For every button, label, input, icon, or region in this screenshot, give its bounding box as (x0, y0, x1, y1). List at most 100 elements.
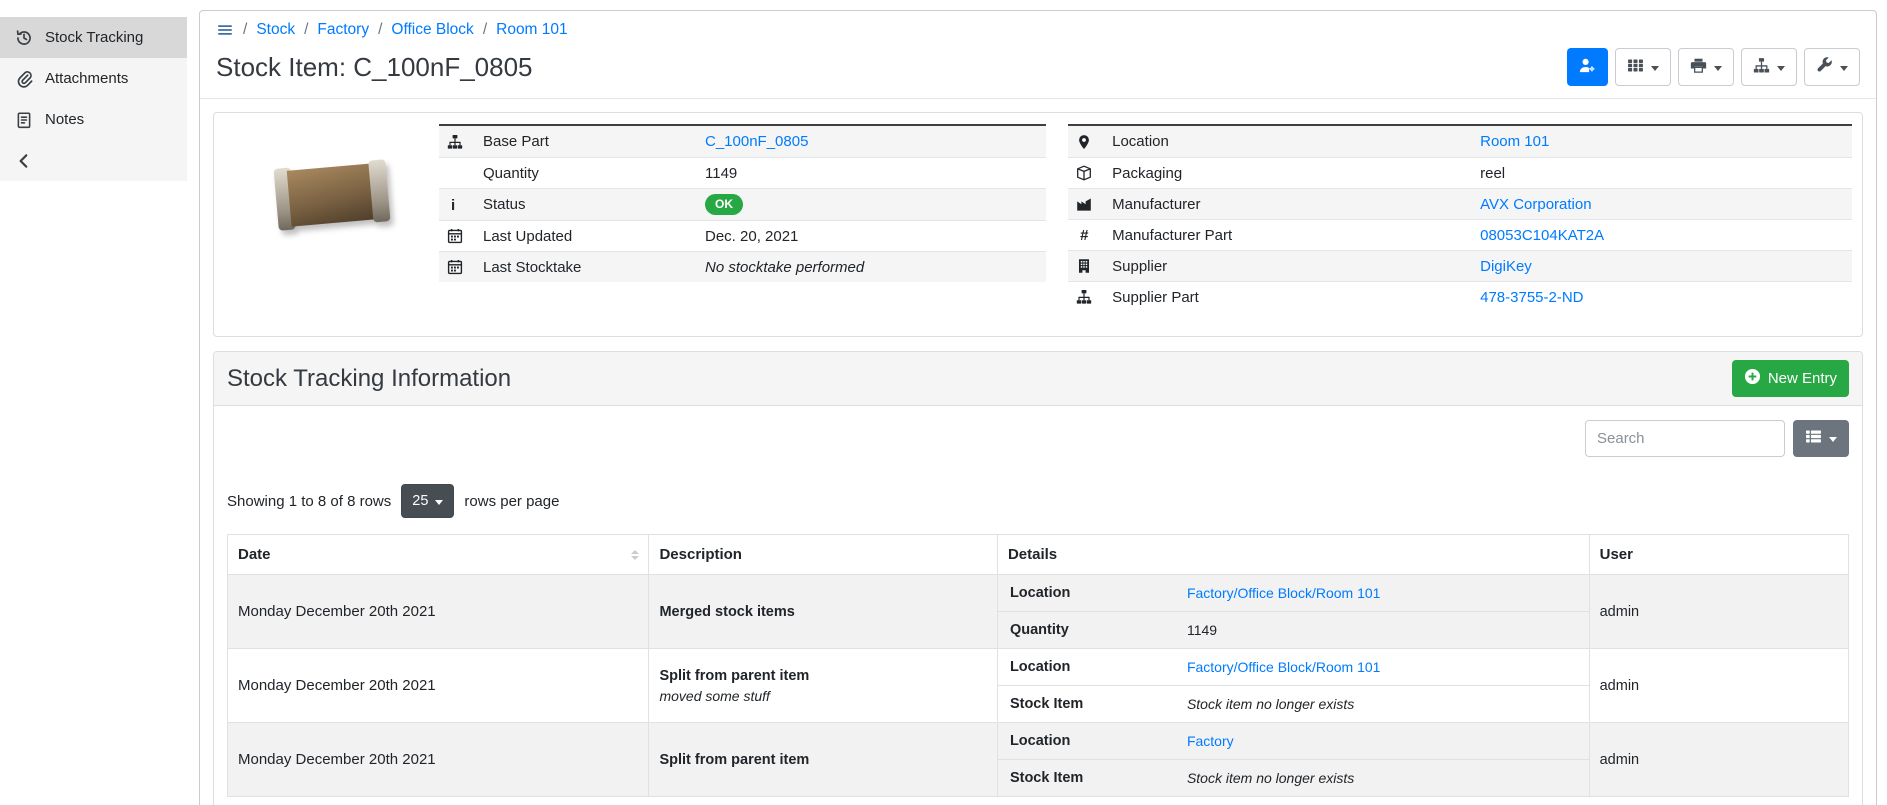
last-updated-value: Dec. 20, 2021 (705, 228, 1038, 245)
view-options-button[interactable] (1615, 48, 1671, 86)
info-row-packaging: Packaging reel (1068, 157, 1852, 188)
breadcrumb-link-office-block[interactable]: Office Block (391, 21, 473, 39)
map-marker-icon (1076, 134, 1094, 150)
page-title: Stock Item: C_100nF_0805 (216, 52, 533, 83)
caret-down-icon (1651, 66, 1659, 71)
caret-down-icon (1829, 437, 1837, 442)
packaging-value: reel (1480, 165, 1844, 182)
sidebar-collapse-button[interactable] (0, 140, 187, 181)
location-link[interactable]: Factory/Office Block/Room 101 (1187, 659, 1380, 675)
calendar-icon (447, 259, 465, 275)
plus-circle-icon (1744, 368, 1761, 389)
edit-actions-button[interactable] (1804, 48, 1860, 86)
tracking-row: Monday December 20th 2021 Split from par… (228, 723, 1849, 797)
note-icon (15, 111, 33, 129)
page-size-value: 25 (412, 493, 428, 509)
detail-label: Quantity (1010, 622, 1187, 638)
column-header-user[interactable]: User (1589, 535, 1848, 575)
stock-tracking-panel: Stock Tracking Information New Entry (213, 351, 1863, 805)
new-entry-label: New Entry (1768, 370, 1837, 387)
sidebar-item-stock-tracking[interactable]: Stock Tracking (0, 17, 187, 58)
sidebar-item-label: Notes (45, 111, 84, 128)
hash-icon: # (1076, 227, 1094, 243)
tracking-panel-header: Stock Tracking Information New Entry (214, 352, 1862, 406)
tracking-row: Monday December 20th 2021 Merged stock i… (228, 575, 1849, 649)
paperclip-icon (15, 70, 33, 88)
info-row-status: i Status OK (439, 188, 1046, 220)
detail-value: Stock item no longer exists (1187, 770, 1577, 786)
tracking-user: admin (1589, 649, 1848, 723)
detail-label: Stock Item (1010, 696, 1187, 712)
info-row-quantity: Quantity 1149 (439, 157, 1046, 188)
pagination-info: Showing 1 to 8 of 8 rows (227, 493, 391, 510)
info-icon: i (447, 197, 465, 213)
sidebar-item-label: Stock Tracking (45, 29, 143, 46)
history-icon (15, 29, 33, 47)
location-link[interactable]: Factory/Office Block/Room 101 (1187, 585, 1380, 601)
tracking-description: Split from parent item (649, 723, 998, 797)
print-actions-button[interactable] (1678, 48, 1734, 86)
box-icon (1076, 165, 1094, 181)
tracking-description-text: Split from parent item (659, 668, 987, 684)
info-row-base-part: Base Part C_100nF_0805 (439, 126, 1046, 157)
list-icon (1805, 428, 1822, 449)
supplier-part-link[interactable]: 478-3755-2-ND (1480, 289, 1583, 306)
supplier-link[interactable]: DigiKey (1480, 258, 1532, 275)
table-controls (227, 420, 1849, 457)
info-row-last-updated: Last Updated Dec. 20, 2021 (439, 220, 1046, 251)
breadcrumb-link-factory[interactable]: Factory (317, 21, 369, 39)
pagination-controls: Showing 1 to 8 of 8 rows 25 rows per pag… (227, 484, 1849, 518)
info-row-supplier-part: Supplier Part 478-3755-2-ND (1068, 281, 1852, 312)
tracking-date: Monday December 20th 2021 (228, 649, 649, 723)
grid-icon (1627, 57, 1644, 78)
sitemap-icon (1076, 289, 1094, 305)
tracking-date: Monday December 20th 2021 (228, 723, 649, 797)
base-part-link[interactable]: C_100nF_0805 (705, 133, 808, 150)
rows-per-page-label: rows per page (464, 493, 559, 510)
manufacturer-link[interactable]: AVX Corporation (1480, 196, 1591, 213)
tracking-description-note: moved some stuff (659, 688, 987, 704)
info-label: Manufacturer Part (1112, 227, 1480, 244)
info-label: Supplier Part (1112, 289, 1480, 306)
info-label: Quantity (483, 165, 705, 182)
manufacturer-part-link[interactable]: 08053C104KAT2A (1480, 227, 1604, 244)
tracking-description: Split from parent item moved some stuff (649, 649, 998, 723)
detail-sub-row: Stock Item Stock item no longer exists (998, 685, 1589, 722)
sidebar-item-notes[interactable]: Notes (0, 99, 187, 140)
info-label: Location (1112, 133, 1480, 150)
main-content: / Stock / Factory / Office Block / Room … (187, 0, 1887, 805)
location-link[interactable]: Factory (1187, 733, 1234, 749)
page-size-select[interactable]: 25 (401, 484, 454, 518)
stock-item-details-panel: Base Part C_100nF_0805 Quantity 1149 i S… (213, 112, 1863, 337)
user-actions-button[interactable] (1567, 48, 1608, 86)
tracking-description: Merged stock items (649, 575, 998, 649)
chevron-left-icon (15, 152, 33, 170)
search-input[interactable] (1585, 420, 1785, 457)
sidebar-item-attachments[interactable]: Attachments (0, 58, 187, 99)
info-row-location: Location Room 101 (1068, 126, 1852, 157)
info-label: Status (483, 196, 705, 213)
detail-sub-row: Location Factory/Office Block/Room 101 (998, 575, 1589, 611)
location-link[interactable]: Room 101 (1480, 133, 1549, 150)
tracking-description-text: Merged stock items (659, 604, 987, 620)
sitemap-icon (447, 134, 465, 150)
menu-toggle-button[interactable] (216, 22, 234, 38)
detail-label: Location (1010, 659, 1187, 675)
column-header-description[interactable]: Description (649, 535, 998, 575)
industry-icon (1076, 196, 1094, 212)
info-label: Last Updated (483, 228, 705, 245)
breadcrumb-link-stock[interactable]: Stock (256, 21, 295, 39)
breadcrumb-separator: / (483, 21, 487, 39)
sitemap-icon (1753, 57, 1770, 78)
tracking-details: Location Factory Stock Item Stock item n… (997, 723, 1589, 797)
detail-sub-row: Quantity 1149 (998, 611, 1589, 648)
table-columns-button[interactable] (1793, 420, 1849, 457)
location-info-table: Location Room 101 Packaging r (1068, 124, 1852, 312)
new-entry-button[interactable]: New Entry (1732, 360, 1849, 397)
stock-actions-button[interactable] (1741, 48, 1797, 86)
column-header-date[interactable]: Date (228, 535, 649, 575)
tracking-description-text: Split from parent item (659, 752, 987, 768)
breadcrumb-link-room-101[interactable]: Room 101 (496, 21, 568, 39)
info-row-last-stocktake: Last Stocktake No stocktake performed (439, 251, 1046, 282)
column-header-details[interactable]: Details (997, 535, 1589, 575)
